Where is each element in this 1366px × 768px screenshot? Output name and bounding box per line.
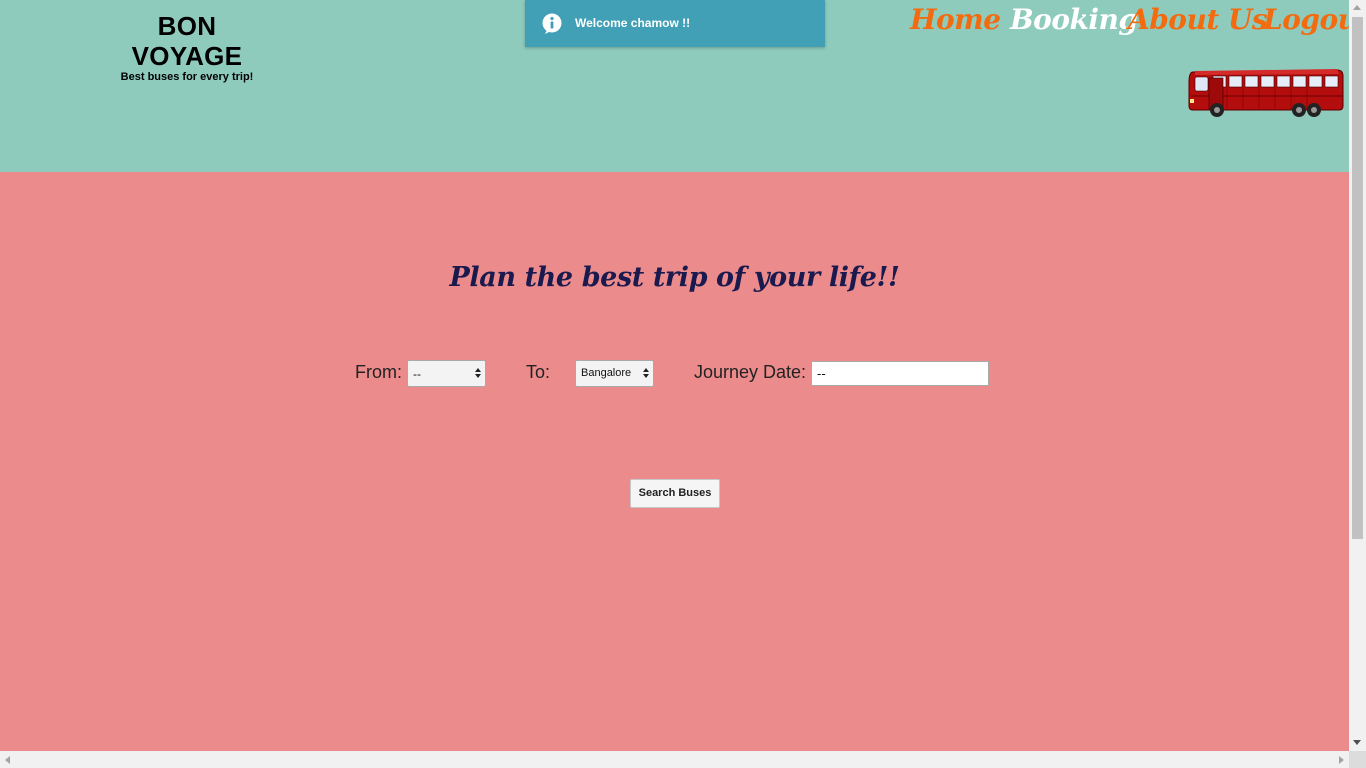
- info-icon: [542, 13, 562, 34]
- nav-about-us[interactable]: About Us: [1128, 0, 1268, 40]
- select-arrows-icon: [475, 368, 481, 378]
- horizontal-scrollbar[interactable]: [0, 751, 1349, 768]
- welcome-toast[interactable]: Welcome chamow !!: [525, 0, 825, 47]
- to-select-value: Bangalore: [581, 367, 632, 379]
- page-headline: Plan the best trip of your life!!: [449, 262, 900, 293]
- from-select-value: --: [413, 367, 421, 381]
- brand-title: BON VOYAGE: [131, 11, 243, 71]
- scroll-down-icon[interactable]: [1353, 740, 1361, 745]
- toast-message: Welcome chamow !!: [575, 16, 691, 30]
- scroll-left-icon[interactable]: [5, 756, 10, 764]
- bus-image: [1188, 69, 1344, 117]
- scrollbar-corner: [1349, 751, 1366, 768]
- page: BON VOYAGE Best buses for every trip! Ho…: [0, 0, 1349, 751]
- nav-booking[interactable]: Booking: [1010, 0, 1138, 40]
- nav-home[interactable]: Home: [910, 0, 1001, 40]
- brand-tagline: Best buses for every trip!: [120, 71, 254, 83]
- vertical-scroll-thumb[interactable]: [1352, 17, 1363, 539]
- nav-logout[interactable]: Logout: [1263, 0, 1349, 40]
- vertical-scrollbar[interactable]: [1349, 0, 1366, 751]
- scroll-up-icon[interactable]: [1353, 5, 1361, 10]
- journey-date-input[interactable]: [811, 361, 989, 386]
- from-label: From:: [355, 362, 402, 382]
- select-arrows-icon: [643, 368, 649, 378]
- to-label: To:: [526, 362, 551, 382]
- to-select[interactable]: Bangalore: [575, 360, 654, 387]
- from-select[interactable]: --: [407, 360, 486, 387]
- brand[interactable]: BON VOYAGE Best buses for every trip!: [100, 11, 274, 83]
- scroll-right-icon[interactable]: [1339, 756, 1344, 764]
- main-section: Plan the best trip of your life!! From: …: [0, 172, 1349, 751]
- journey-date-label: Journey Date:: [694, 362, 807, 382]
- search-buses-button[interactable]: Search Buses: [630, 479, 720, 508]
